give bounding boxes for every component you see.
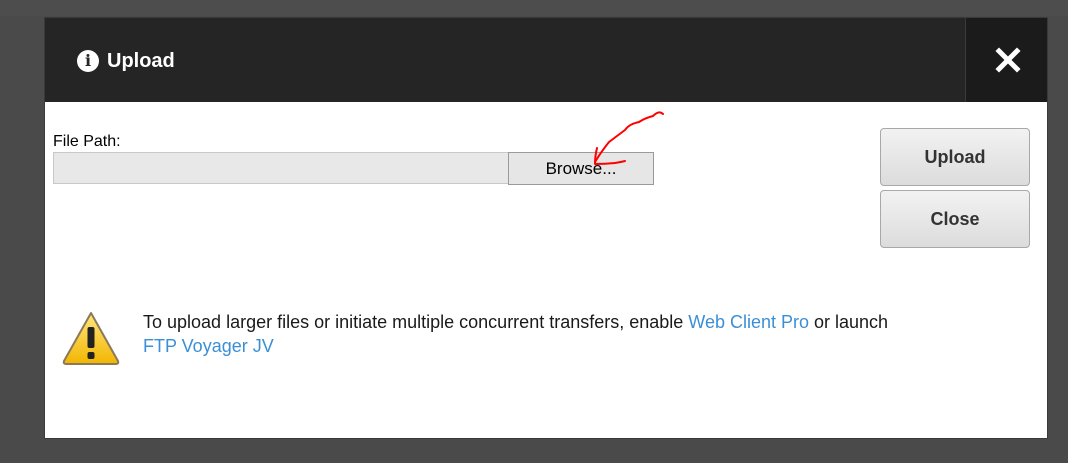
info-icon: i: [77, 50, 99, 72]
dialog-title: Upload: [107, 50, 175, 72]
notice-text-middle: or launch: [809, 312, 889, 332]
file-path-label: File Path:: [53, 133, 121, 150]
notice-text: To upload larger files or initiate multi…: [143, 312, 689, 332]
backdrop: [0, 0, 1068, 16]
upload-notice: To upload larger files or initiate multi…: [143, 310, 903, 358]
ftp-voyager-link[interactable]: FTP Voyager JV: [143, 336, 274, 356]
close-dialog-button[interactable]: [965, 18, 1047, 102]
upload-dialog: i Upload File Path: Browse... Upload Clo…: [44, 17, 1048, 439]
close-icon: [995, 47, 1021, 73]
warning-icon: [62, 312, 120, 365]
dialog-titlebar: i Upload: [45, 18, 1047, 102]
upload-button[interactable]: Upload: [880, 128, 1030, 186]
close-button[interactable]: Close: [880, 190, 1030, 248]
web-client-pro-link[interactable]: Web Client Pro: [688, 312, 809, 332]
file-path-input[interactable]: [53, 152, 513, 184]
browse-button[interactable]: Browse...: [508, 152, 654, 185]
